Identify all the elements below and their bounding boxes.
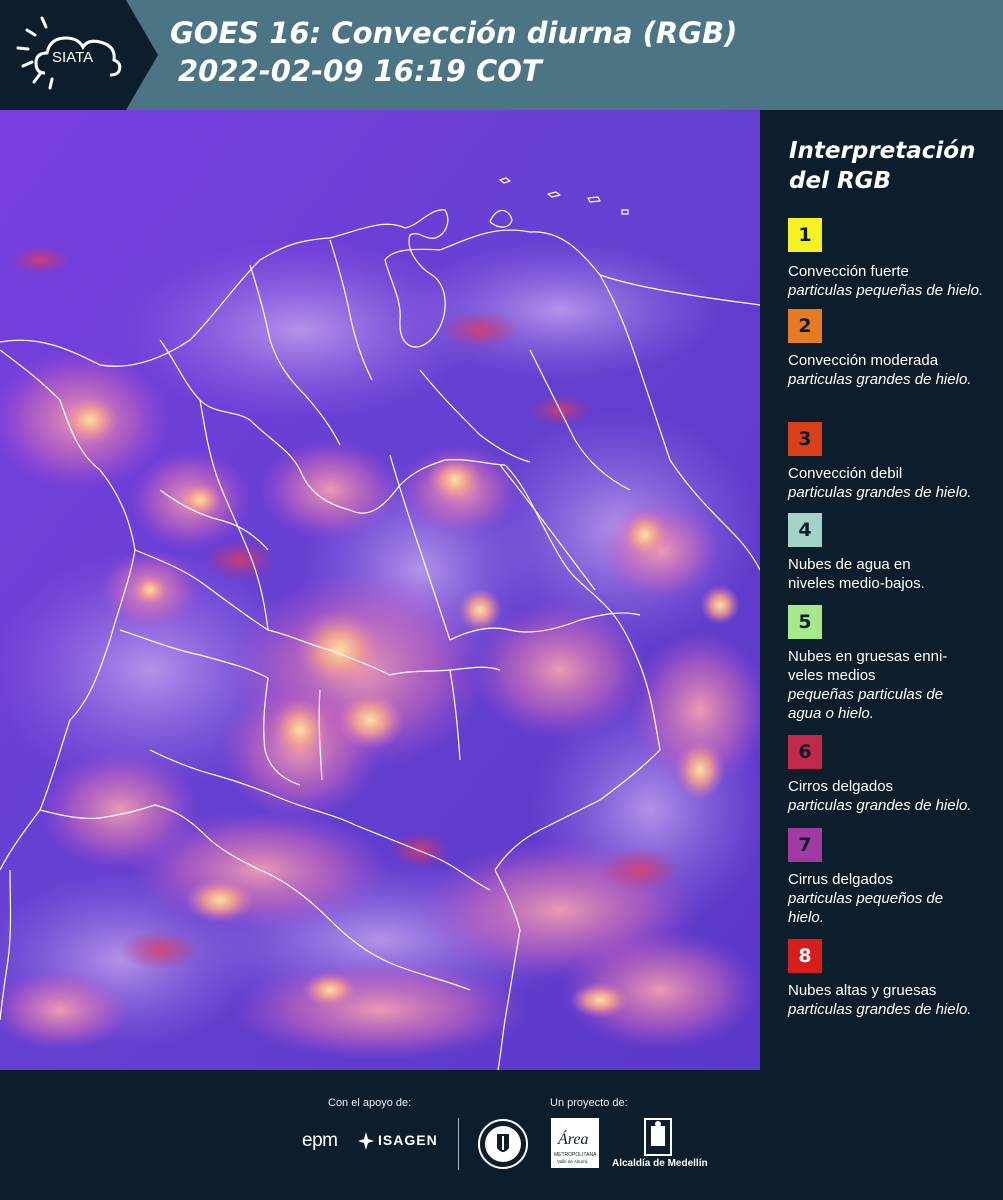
support-label: Con el apoyo de: bbox=[328, 1097, 412, 1109]
legend-item-desc: particulas pequeñas de hielo. bbox=[788, 282, 984, 299]
siata-logo[interactable]: SIATA bbox=[0, 0, 158, 110]
legend-swatch: 4 bbox=[788, 513, 822, 547]
seal-logo-icon[interactable] bbox=[477, 1118, 529, 1170]
svg-text:SIATA: SIATA bbox=[52, 49, 93, 66]
legend-item-name: Nubes de agua en niveles medio-bajos. bbox=[788, 556, 925, 592]
footer: Con el apoyo de: Un proyecto de: epm ISA… bbox=[0, 1070, 1003, 1200]
legend-item-desc: particulas grandes de hielo. bbox=[788, 484, 972, 501]
epm-logo[interactable]: epm bbox=[302, 1130, 338, 1152]
title-datetime: 2022-02-09 16:19 COT bbox=[178, 54, 542, 88]
legend-item-name: Cirros delgados bbox=[788, 778, 894, 795]
legend-item-7: 7 Cirrus delgados particulas pequeños de… bbox=[788, 828, 988, 927]
legend-item-2: 2 Convección moderada particulas grandes… bbox=[788, 309, 988, 389]
legend-swatch: 6 bbox=[788, 735, 822, 769]
alcaldia-logo-text[interactable]: Alcaldía de Medellín bbox=[612, 1158, 708, 1169]
isagen-logo[interactable]: ISAGEN bbox=[378, 1132, 438, 1148]
legend-item-name: Nubes en gruesas enni-veles medios bbox=[788, 648, 948, 684]
legend-item-name: Convección fuerte bbox=[788, 263, 909, 280]
legend-swatch: 3 bbox=[788, 422, 822, 456]
siata-logo-icon: SIATA bbox=[0, 0, 158, 110]
legend-item-name: Convección moderada bbox=[788, 352, 939, 369]
legend-title: Interpretación del RGB bbox=[789, 138, 976, 194]
svg-text:Área: Área bbox=[557, 1129, 589, 1148]
legend-item-6: 6 Cirros delgados particulas grandes de … bbox=[788, 735, 988, 815]
legend-swatch: 2 bbox=[788, 309, 822, 343]
legend-swatch: 1 bbox=[788, 218, 822, 252]
legend-item-5: 5 Nubes en gruesas enni-veles medios peq… bbox=[788, 605, 988, 723]
project-label: Un proyecto de: bbox=[550, 1097, 628, 1109]
legend-item-desc: particulas grandes de hielo. bbox=[788, 1001, 972, 1018]
legend-item-name: Nubes altas y gruesas bbox=[788, 982, 937, 999]
footer-divider bbox=[458, 1118, 459, 1170]
legend-swatch: 7 bbox=[788, 828, 822, 862]
header-bar: SIATA GOES 16: Convección diurna (RGB) 2… bbox=[0, 0, 1003, 110]
legend-item-4: 4 Nubes de agua en niveles medio-bajos. bbox=[788, 513, 988, 593]
legend-panel: Interpretación del RGB 1 Convección fuer… bbox=[760, 110, 1003, 1070]
svg-text:Valle de Aburrá: Valle de Aburrá bbox=[557, 1159, 588, 1164]
satellite-image bbox=[0, 110, 760, 1070]
legend-item-3: 3 Convección debil particulas grandes de… bbox=[788, 422, 988, 502]
satellite-map[interactable] bbox=[0, 110, 760, 1070]
area-metropolitana-logo[interactable]: Área METROPOLITANA Valle de Aburrá bbox=[551, 1118, 601, 1170]
legend-item-desc: particulas grandes de hielo. bbox=[788, 371, 972, 388]
isagen-star-icon bbox=[358, 1132, 374, 1150]
page-title: GOES 16: Convección diurna (RGB) 2022-02… bbox=[170, 14, 737, 90]
legend-item-name: Cirrus delgados bbox=[788, 871, 894, 888]
legend-item-desc: pequeñas particulas de agua o hielo. bbox=[788, 686, 944, 722]
legend-item-desc: particulas grandes de hielo. bbox=[788, 797, 972, 814]
medellin-coat-of-arms-icon bbox=[644, 1118, 672, 1156]
legend-item-8: 8 Nubes altas y gruesas particulas grand… bbox=[788, 939, 988, 1019]
legend-item-name: Convección debil bbox=[788, 465, 903, 482]
legend-swatch: 8 bbox=[788, 939, 822, 973]
title-product: GOES 16: Convección diurna (RGB) bbox=[170, 16, 738, 50]
legend-item-desc: particulas pequeños de hielo. bbox=[788, 890, 944, 926]
svg-text:METROPOLITANA: METROPOLITANA bbox=[554, 1152, 597, 1158]
legend-item-1: 1 Convección fuerte particulas pequeñas … bbox=[788, 218, 988, 300]
legend-swatch: 5 bbox=[788, 605, 822, 639]
